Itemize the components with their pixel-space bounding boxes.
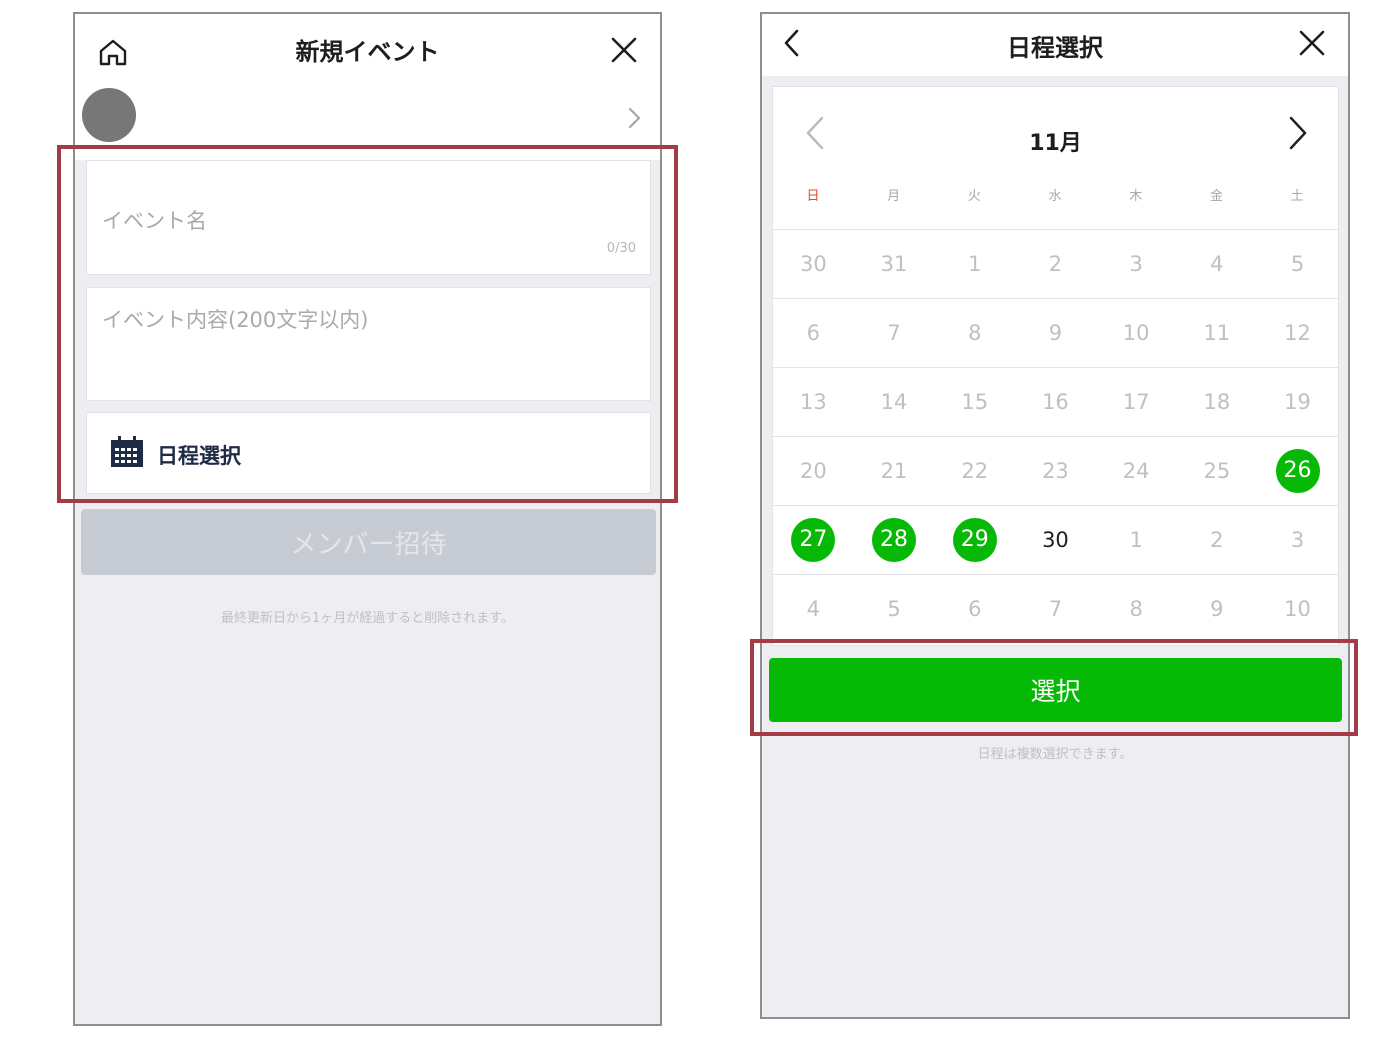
calendar-day[interactable]: 9 [1033, 311, 1077, 355]
calendar-day[interactable]: 2 [1195, 518, 1239, 562]
group-selector-row[interactable] [75, 82, 660, 160]
calendar-day[interactable]: 23 [1033, 449, 1077, 493]
chevron-right-icon[interactable] [626, 106, 642, 130]
page-title: 新規イベント [295, 38, 440, 66]
calendar-day[interactable]: 21 [872, 449, 916, 493]
event-name-placeholder: イベント名 [102, 209, 207, 233]
calendar-day[interactable]: 4 [1195, 242, 1239, 286]
calendar-week-row: 4 5 6 7 8 9 10 [773, 574, 1338, 643]
deletion-note: 最終更新日から1ヶ月が経過すると削除されます。 [221, 611, 514, 626]
calendar-day[interactable]: 1 [1114, 518, 1158, 562]
calendar-day[interactable]: 11 [1195, 311, 1239, 355]
calendar-day[interactable]: 9 [1195, 587, 1239, 631]
weekday-label: 火 [967, 189, 981, 204]
event-detail-placeholder: イベント内容(200文字以内) [102, 308, 369, 332]
event-detail-field[interactable]: イベント内容(200文字以内) [86, 287, 651, 401]
new-event-header: 新規イベント [75, 14, 660, 82]
calendar-day[interactable]: 2 [1033, 242, 1077, 286]
calendar-day[interactable]: 29 [952, 518, 997, 562]
calendar-day[interactable]: 5 [1276, 242, 1320, 286]
calendar-day[interactable]: 20 [791, 449, 835, 493]
calendar-day[interactable]: 22 [953, 449, 997, 493]
calendar-day[interactable]: 3 [1114, 242, 1158, 286]
calendar-day[interactable]: 13 [791, 380, 835, 424]
month-title: 11月 [1029, 131, 1082, 156]
schedule-screen: 日程選択 11月 日月火水木金土 30 31 1 2 3 4 5 6 7 8 9 10 11 12 13 14… [760, 12, 1350, 1019]
avatar [82, 88, 136, 142]
calendar-day[interactable]: 6 [953, 587, 997, 631]
calendar-day[interactable]: 12 [1276, 311, 1320, 355]
calendar-day[interactable]: 3 [1276, 518, 1320, 562]
weekday-label: 木 [1129, 189, 1143, 204]
close-icon[interactable] [1298, 29, 1326, 57]
close-icon[interactable] [610, 36, 638, 64]
calendar-day[interactable]: 10 [1114, 311, 1158, 355]
calendar-week-row: 20 21 22 23 24 25 26 [773, 436, 1338, 505]
invite-members-button[interactable]: メンバー招待 [81, 509, 656, 575]
calendar-day[interactable]: 25 [1195, 449, 1239, 493]
character-counter: 0/30 [606, 241, 636, 256]
event-name-field[interactable]: イベント名 0/30 [86, 160, 651, 275]
weekday-label: 土 [1290, 189, 1304, 204]
calendar-day[interactable]: 19 [1276, 380, 1320, 424]
schedule-select-label: 日程選択 [157, 444, 241, 468]
calendar-day[interactable]: 18 [1195, 380, 1239, 424]
calendar-day[interactable]: 8 [1114, 587, 1158, 631]
new-event-screen: 新規イベント イベント名 0/30 イベント内容(200文字以内) 日程選択 メ… [73, 12, 662, 1026]
calendar-day[interactable]: 30 [791, 242, 835, 286]
calendar-day[interactable]: 4 [791, 587, 835, 631]
weekday-label: 金 [1209, 189, 1223, 204]
calendar-day[interactable]: 7 [1033, 587, 1077, 631]
weekday-label: 日 [806, 189, 820, 204]
calendar-day[interactable]: 28 [872, 518, 917, 562]
schedule-select-row[interactable]: 日程選択 [86, 412, 651, 494]
calendar-day[interactable]: 10 [1276, 587, 1320, 631]
calendar-day[interactable]: 6 [791, 311, 835, 355]
calendar: 11月 日月火水木金土 30 31 1 2 3 4 5 6 7 8 9 10 11 12 13 14 15 16 1… [772, 86, 1339, 646]
calendar-day[interactable]: 26 [1275, 449, 1320, 493]
calendar-day[interactable]: 7 [872, 311, 916, 355]
weekday-label: 月 [887, 189, 901, 204]
calendar-day[interactable]: 24 [1114, 449, 1158, 493]
calendar-week-row: 30 31 1 2 3 4 5 [773, 229, 1338, 298]
page-title: 日程選択 [1007, 34, 1103, 62]
calendar-day[interactable]: 8 [953, 311, 997, 355]
calendar-day[interactable]: 15 [953, 380, 997, 424]
calendar-week-row: 13 14 15 16 17 18 19 [773, 367, 1338, 436]
weekday-label: 水 [1048, 189, 1062, 204]
calendar-icon [111, 436, 143, 467]
calendar-day[interactable]: 17 [1114, 380, 1158, 424]
calendar-week-row: 27 28 29 30 1 2 3 [773, 505, 1338, 574]
chevron-right-icon[interactable] [1286, 115, 1310, 151]
multi-select-note: 日程は複数選択できます。 [977, 747, 1133, 762]
calendar-week-row: 6 7 8 9 10 11 12 [773, 298, 1338, 367]
calendar-day[interactable]: 5 [872, 587, 916, 631]
calendar-day[interactable]: 14 [872, 380, 916, 424]
calendar-day[interactable]: 16 [1033, 380, 1077, 424]
schedule-header: 日程選択 [762, 14, 1348, 76]
calendar-day[interactable]: 30 [1033, 518, 1077, 562]
calendar-day[interactable]: 1 [953, 242, 997, 286]
weekday-header: 日月火水木金土 [773, 185, 1338, 213]
select-button[interactable]: 選択 [769, 658, 1342, 722]
calendar-day[interactable]: 31 [872, 242, 916, 286]
calendar-day[interactable]: 27 [791, 518, 836, 562]
